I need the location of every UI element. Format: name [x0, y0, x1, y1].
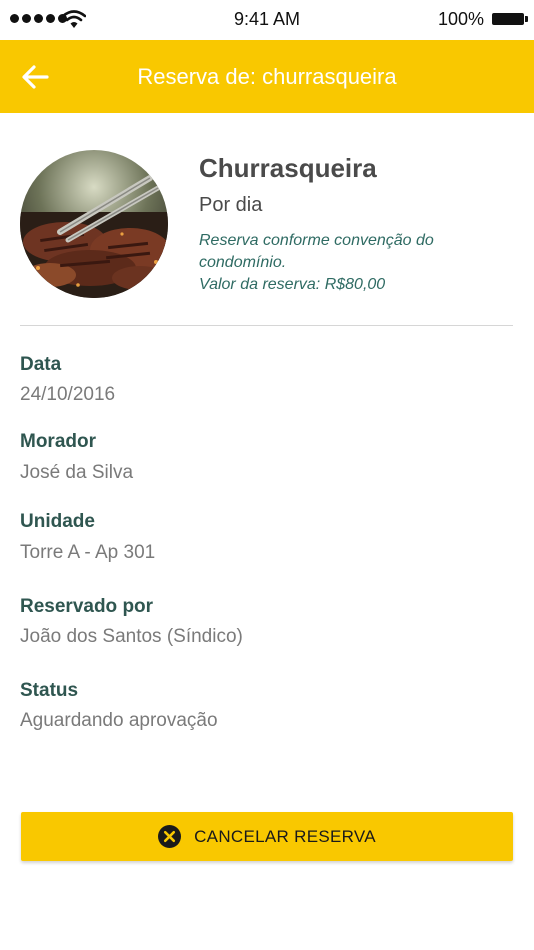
page-title: Reserva de: churrasqueira: [137, 64, 397, 89]
reserved-by-value: João dos Santos (Síndico): [20, 626, 243, 647]
venue-name: Churrasqueira: [199, 153, 377, 183]
resident-label: Morador: [20, 431, 96, 452]
battery-icon: [492, 13, 528, 25]
date-value: 24/10/2016: [20, 384, 116, 405]
cancel-reservation-label: CANCELAR RESERVA: [194, 826, 376, 846]
unit-value: Torre A - Ap 301: [20, 542, 156, 563]
status-label: Status: [20, 680, 79, 701]
status-bar: 9:41 AM 100%: [0, 0, 534, 40]
status-value: Aguardando aprovação: [20, 710, 218, 731]
resident-value: José da Silva: [20, 462, 134, 483]
cancel-reservation-button[interactable]: CANCELAR RESERVA: [21, 812, 513, 861]
reserved-by-label: Reservado por: [20, 596, 154, 617]
battery-percent: 100%: [437, 9, 484, 29]
venue-photo: [20, 150, 168, 298]
date-label: Data: [20, 354, 62, 375]
close-circle-icon: [158, 825, 182, 848]
divider: [20, 325, 513, 326]
venue-period: Por dia: [199, 194, 263, 216]
venue-rules: Reserva conforme convenção do condomínio…: [199, 232, 434, 271]
app-header: Reserva de: churrasqueira: [0, 40, 534, 113]
venue-price: Valor da reserva: R$80,00: [199, 276, 386, 293]
unit-label: Unidade: [20, 511, 95, 532]
